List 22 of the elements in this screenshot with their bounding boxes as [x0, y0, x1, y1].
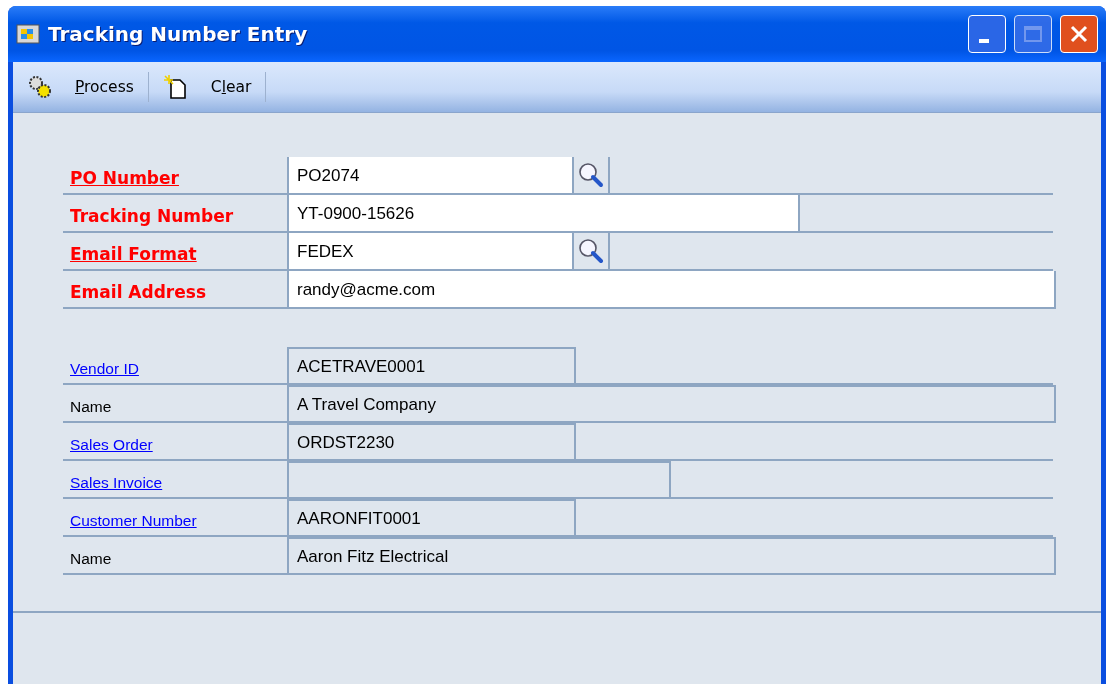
clear-button[interactable]: Clear — [158, 70, 266, 104]
window-icon — [16, 24, 40, 44]
minimize-button[interactable] — [968, 15, 1006, 53]
input-field[interactable]: YT-0900-15626 — [289, 195, 800, 231]
new-page-icon — [162, 74, 189, 100]
field-label: Name — [63, 537, 287, 575]
window-title: Tracking Number Entry — [48, 22, 309, 46]
field-label: Tracking Number — [63, 195, 287, 233]
minimize-icon — [979, 39, 989, 43]
gears-icon — [27, 74, 53, 100]
process-button[interactable]: Process — [23, 70, 148, 104]
close-icon — [1069, 24, 1089, 44]
maximize-button[interactable] — [1014, 15, 1052, 53]
input-field[interactable]: PO2074 — [289, 157, 574, 193]
magnifier-icon — [578, 238, 604, 264]
input-field[interactable]: randy@acme.com — [289, 271, 1056, 307]
magnifier-icon — [578, 162, 604, 188]
input-field[interactable]: FEDEX — [289, 233, 574, 269]
maximize-icon — [1023, 25, 1043, 43]
close-button[interactable] — [1060, 15, 1098, 53]
field-label: Name — [63, 385, 287, 423]
field-label: Email Address — [63, 271, 287, 309]
